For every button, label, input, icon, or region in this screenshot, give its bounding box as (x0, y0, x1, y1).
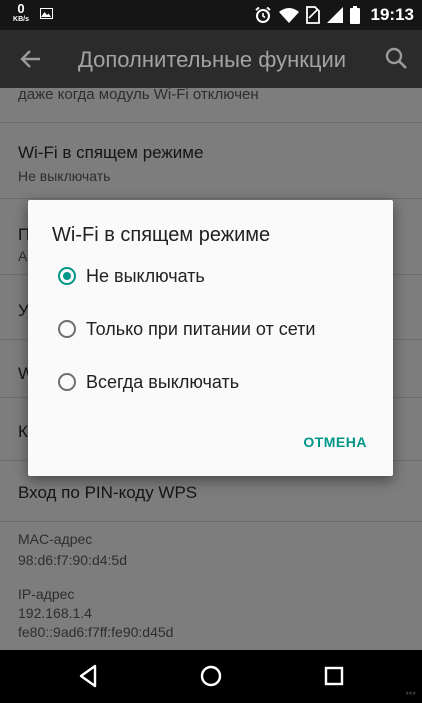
alarm-icon (254, 6, 271, 23)
status-bar: 0 KB/s 19:13 (0, 0, 422, 30)
list-item-wifi-notify[interactable]: даже когда модуль Wi-Fi отключен (0, 88, 422, 123)
option-only-when-plugged[interactable]: Только при питании от сети (58, 314, 378, 344)
option-label: Всегда выключать (86, 371, 240, 392)
nav-recents-icon[interactable] (321, 663, 347, 689)
app-bar: Дополнительные функции (0, 30, 422, 88)
network-speed-value: 0 (17, 1, 25, 16)
watermark: *** (405, 690, 416, 700)
dialog-title: Wi-Fi в спящем режиме (52, 224, 271, 246)
wifi-icon (278, 8, 299, 23)
radio-selected-icon[interactable] (58, 267, 76, 285)
nav-back-icon[interactable] (75, 663, 101, 689)
ip-v4-value: 192.168.1.4 (18, 605, 92, 621)
network-speed-indicator: 0 KB/s (10, 2, 32, 23)
wps-pin-title: Вход по PIN-коду WPS (18, 483, 198, 502)
list-item-wifi-sleep[interactable]: Wi-Fi в спящем режиме Не выключать (0, 123, 422, 199)
clock: 19:13 (370, 5, 414, 24)
option-never-off[interactable]: Не выключать (58, 261, 378, 291)
list-item-mac: MAC-адрес 98:d6:f7:90:d4:5d (0, 522, 422, 580)
mac-title: MAC-адрес (18, 531, 93, 547)
ip-title: IP-адрес (18, 586, 75, 602)
page-title: Дополнительные функции (78, 47, 347, 72)
navigation-bar: *** (0, 650, 422, 703)
hidden-row-subtitle-initial: А (18, 248, 28, 264)
radio-unselected-icon[interactable] (58, 320, 76, 338)
back-arrow-icon[interactable] (18, 46, 44, 72)
no-sim-icon (305, 6, 320, 24)
mac-value: 98:d6:f7:90:d4:5d (18, 552, 127, 568)
network-speed-unit: KB/s (13, 16, 29, 23)
option-label: Не выключать (86, 265, 205, 286)
wifi-sleep-dialog: Wi-Fi в спящем режиме Не выключать Тольк… (28, 200, 393, 476)
status-icons: 19:13 (254, 0, 414, 30)
list-item-ip: IP-адрес 192.168.1.4 fe80::9ad6:f7ff:fe9… (0, 580, 422, 650)
image-icon (40, 8, 53, 19)
wifi-sleep-summary: Не выключать (18, 168, 111, 184)
option-always-off[interactable]: Всегда выключать (58, 367, 378, 397)
ip-v6-value: fe80::9ad6:f7ff:fe90:d45d (18, 624, 174, 640)
nav-home-icon[interactable] (198, 663, 224, 689)
wifi-sleep-title: Wi-Fi в спящем режиме (18, 143, 204, 162)
search-icon[interactable] (384, 46, 408, 70)
battery-icon (349, 6, 360, 24)
signal-icon (326, 7, 343, 23)
radio-unselected-icon[interactable] (58, 373, 76, 391)
option-label: Только при питании от сети (86, 318, 316, 339)
partial-summary: даже когда модуль Wi-Fi отключен (18, 88, 259, 103)
cancel-button[interactable]: ОТМЕНА (303, 434, 367, 450)
hidden-row-initial-4: К (18, 422, 28, 441)
